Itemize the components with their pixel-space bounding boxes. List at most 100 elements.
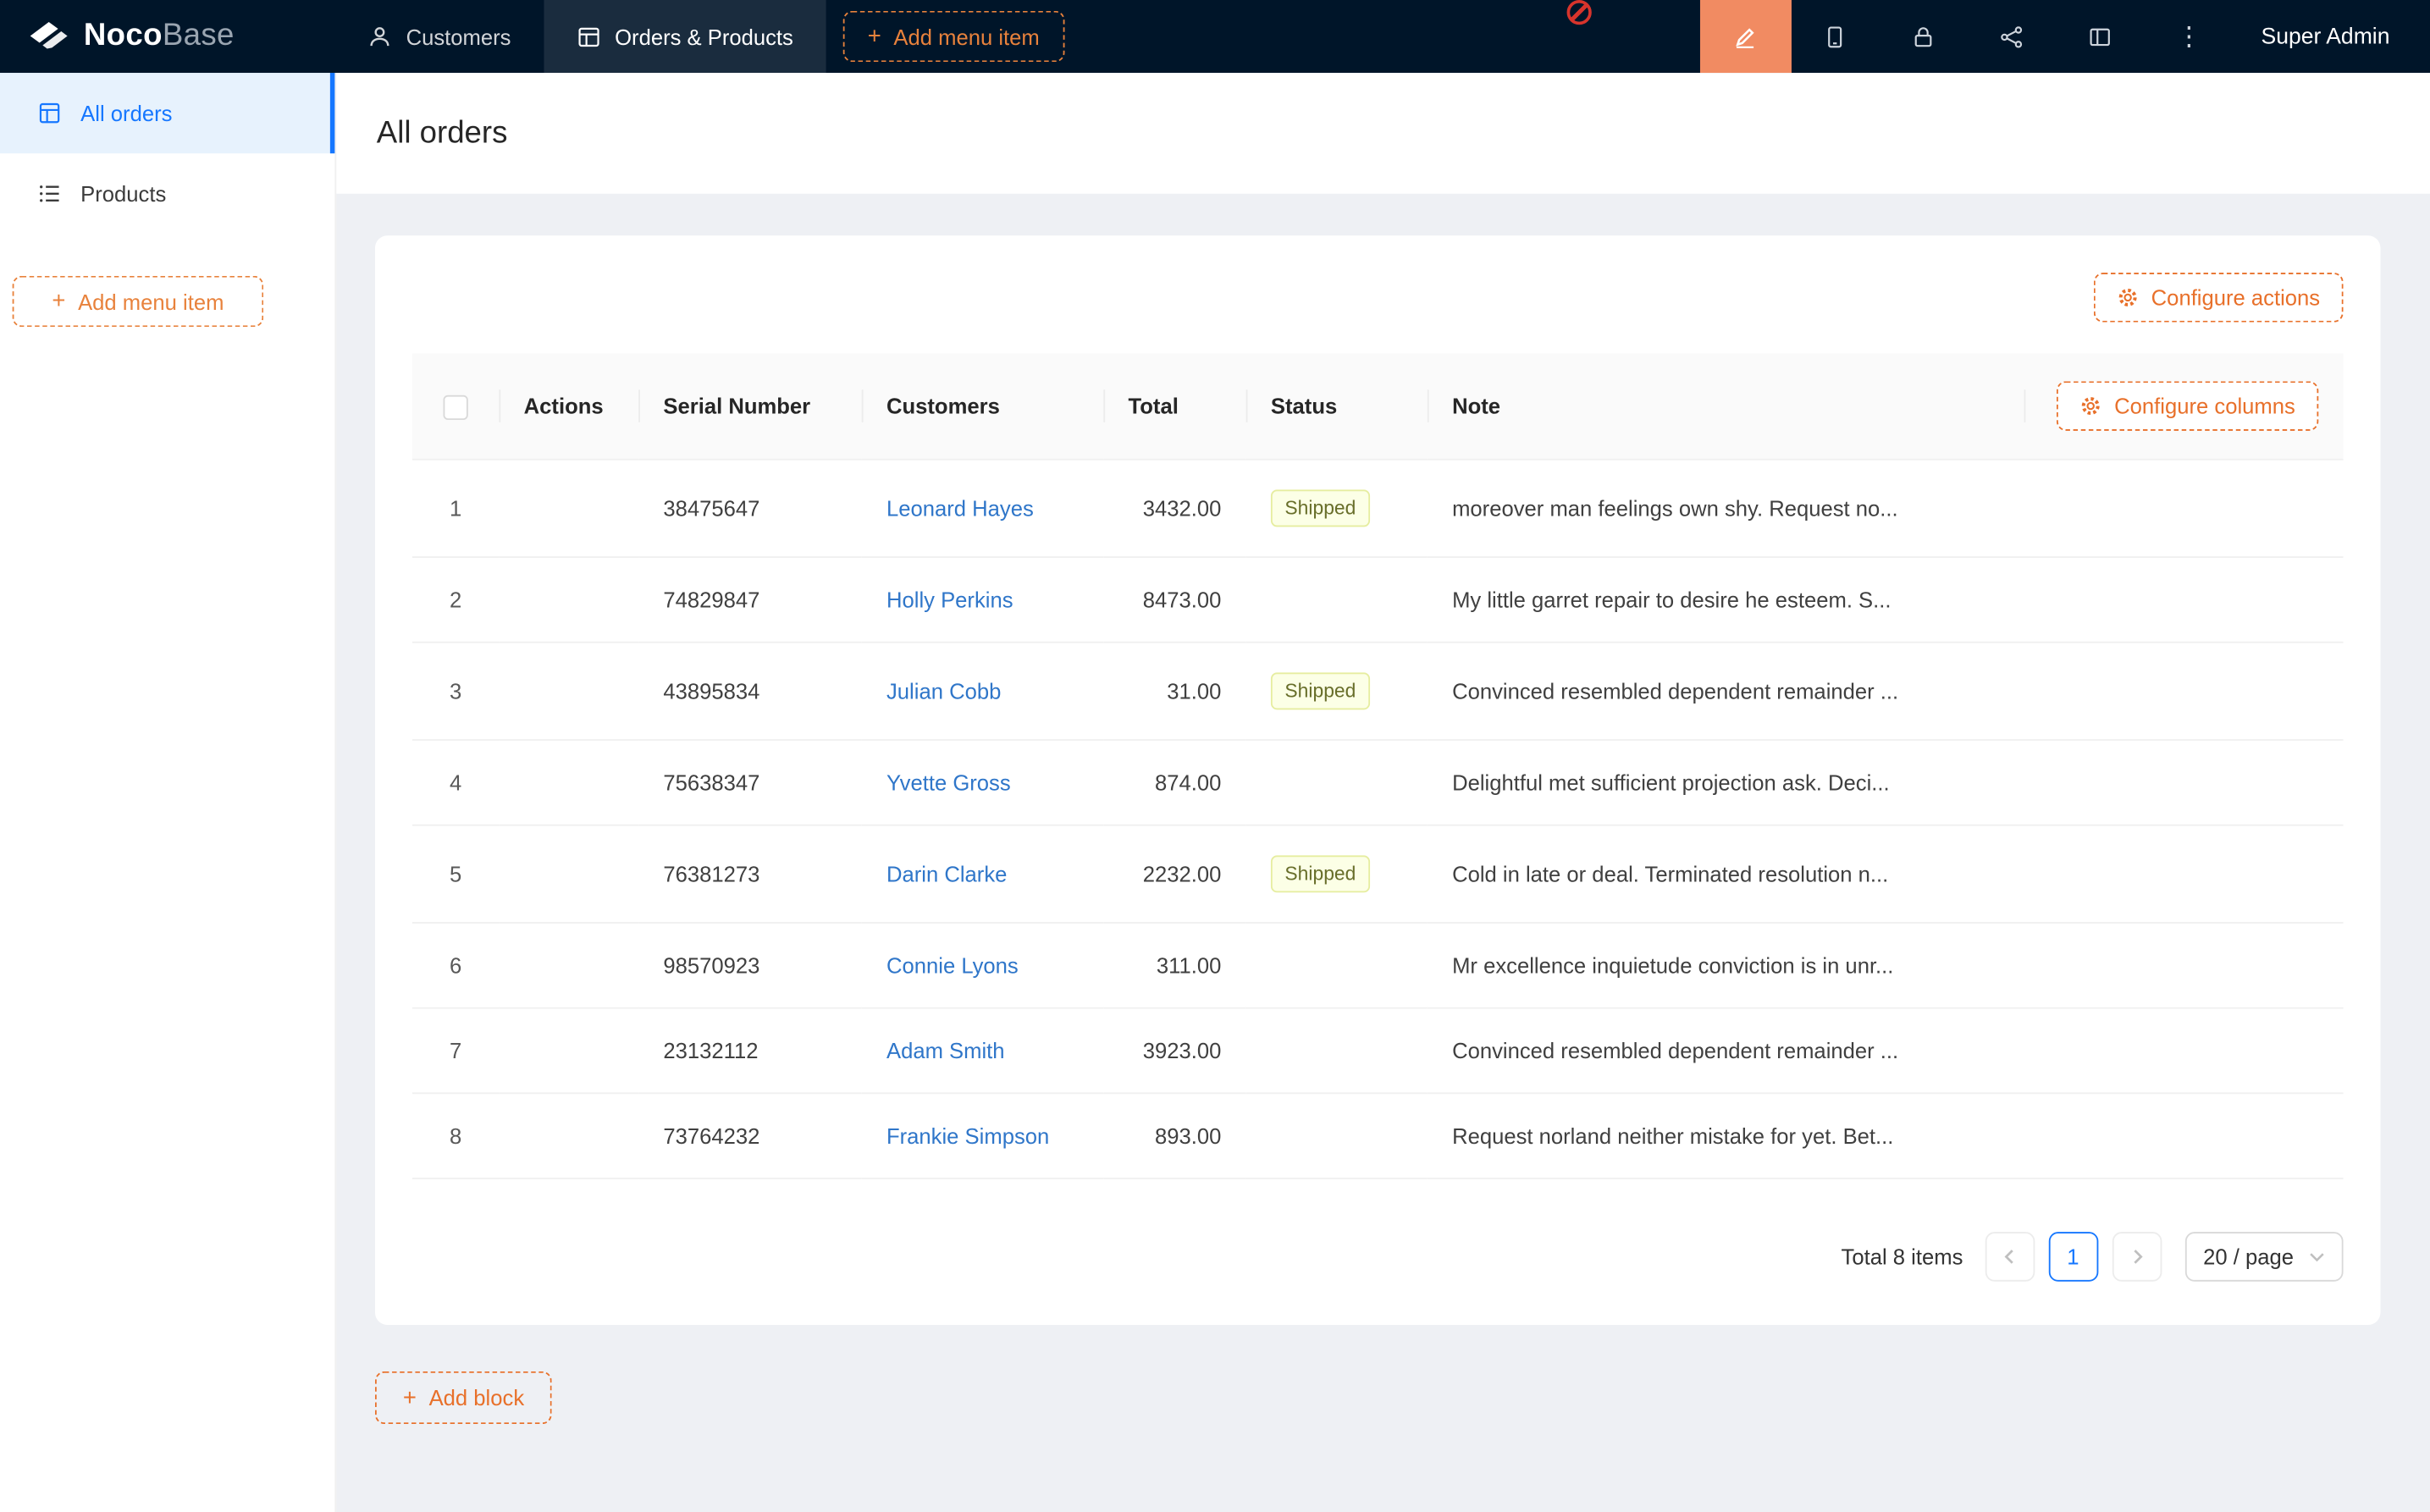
nocobase-app: NocoBase Customers Orders & Products +	[0, 0, 2430, 1512]
row-customer-link[interactable]: Leonard Hayes	[886, 496, 1034, 521]
row-customer-link[interactable]: Julian Cobb	[886, 679, 1001, 704]
pagination-page-1[interactable]: 1	[2048, 1232, 2098, 1282]
row-actions-cell	[499, 826, 638, 924]
nav-tab-label: Orders & Products	[615, 24, 793, 48]
row-config-cell	[2024, 558, 2344, 643]
sidebar-item-all-orders[interactable]: All orders	[0, 73, 334, 153]
row-customer-link[interactable]: Frankie Simpson	[886, 1123, 1049, 1148]
nav-tab-customers[interactable]: Customers	[334, 0, 544, 73]
table-icon	[576, 24, 600, 48]
row-status-badge: Shipped	[1271, 489, 1370, 527]
plus-icon: +	[403, 1386, 417, 1409]
table-row: 7 23132112 Adam Smith 3923.00 Convinced …	[412, 1009, 2344, 1095]
row-note: Cold in late or deal. Terminated resolut…	[1428, 826, 2024, 924]
row-serial: 73764232	[638, 1094, 862, 1179]
row-customer-link[interactable]: Adam Smith	[886, 1038, 1005, 1062]
top-bar: NocoBase Customers Orders & Products +	[0, 0, 2430, 73]
layout-button[interactable]	[2057, 0, 2145, 73]
sidebar-item-label: Products	[80, 181, 166, 206]
orders-table-block: Configure actions Actions Serial Number	[375, 235, 2381, 1325]
row-note: Mr excellence inquietude conviction is i…	[1428, 924, 2024, 1009]
chevron-down-icon	[2309, 1251, 2324, 1262]
mobile-icon	[1823, 24, 1847, 48]
orders-table: Actions Serial Number Customers Total St…	[412, 353, 2344, 1179]
top-bar-actions: ⋮ Super Admin	[1700, 0, 2430, 73]
nav-tab-orders-products[interactable]: Orders & Products	[544, 0, 826, 73]
row-index: 4	[412, 741, 500, 826]
row-config-cell	[2024, 643, 2344, 741]
highlighter-icon	[1733, 24, 1758, 48]
column-header-status: Status	[1246, 353, 1428, 460]
pagination-prev-button[interactable]	[1985, 1232, 2035, 1282]
row-actions-cell	[499, 1094, 638, 1179]
gear-icon	[2080, 395, 2102, 417]
row-note: My little garret repair to desire he est…	[1428, 558, 2024, 643]
configure-actions-button[interactable]: Configure actions	[2094, 273, 2344, 323]
sidebar: All orders Products + Add menu item	[0, 73, 336, 1512]
sidebar-add-menu-item-button[interactable]: + Add menu item	[13, 276, 264, 327]
table-row: 6 98570923 Connie Lyons 311.00 Mr excell…	[412, 924, 2344, 1009]
nocobase-logo-icon	[28, 19, 69, 53]
not-allowed-cursor-icon	[1567, 0, 1592, 25]
plus-icon: +	[52, 290, 65, 312]
row-total: 893.00	[1103, 1094, 1245, 1179]
select-all-checkbox[interactable]	[443, 395, 467, 419]
configure-columns-button[interactable]: Configure columns	[2057, 381, 2318, 431]
row-customer-link[interactable]: Holly Perkins	[886, 588, 1013, 612]
row-customer-link[interactable]: Connie Lyons	[886, 953, 1019, 978]
table-row: 2 74829847 Holly Perkins 8473.00 My litt…	[412, 558, 2344, 643]
row-serial: 74829847	[638, 558, 862, 643]
gear-icon	[2117, 287, 2139, 309]
row-index: 2	[412, 558, 500, 643]
row-serial: 98570923	[638, 924, 862, 1009]
mobile-preview-button[interactable]	[1792, 0, 1880, 73]
row-total: 31.00	[1103, 643, 1245, 741]
header-add-menu-item-button[interactable]: + Add menu item	[842, 11, 1064, 62]
row-note: Request norland neither mistake for yet.…	[1428, 1094, 2024, 1179]
row-total: 3432.00	[1103, 461, 1245, 558]
table-row: 8 73764232 Frankie Simpson 893.00 Reques…	[412, 1094, 2344, 1179]
row-serial: 23132112	[638, 1009, 862, 1095]
column-header-customers: Customers	[862, 353, 1104, 460]
add-block-button[interactable]: + Add block	[375, 1371, 552, 1424]
app-logo-text: NocoBase	[84, 19, 235, 54]
row-customer-link[interactable]: Darin Clarke	[886, 862, 1007, 886]
lock-icon	[1912, 24, 1936, 48]
row-serial: 75638347	[638, 741, 862, 826]
current-user-menu[interactable]: Super Admin	[2234, 0, 2430, 73]
row-total: 874.00	[1103, 741, 1245, 826]
table-row: 4 75638347 Yvette Gross 874.00 Delightfu…	[412, 741, 2344, 826]
row-actions-cell	[499, 558, 638, 643]
kebab-menu-icon: ⋮	[2176, 21, 2202, 52]
table-toolbar: Configure actions	[412, 273, 2344, 353]
column-header-note: Note	[1428, 353, 2024, 460]
pagination-next-button[interactable]	[2112, 1232, 2162, 1282]
row-customer-link[interactable]: Yvette Gross	[886, 770, 1011, 795]
row-status-badge: Shipped	[1271, 672, 1370, 709]
row-note: Convinced resembled dependent remainder …	[1428, 1009, 2024, 1095]
share-nodes-icon	[2000, 24, 2024, 48]
table-row: 3 43895834 Julian Cobb 31.00 Shipped Con…	[412, 643, 2344, 741]
share-nodes-button[interactable]	[1969, 0, 2057, 73]
page-size-select[interactable]: 20 / page	[2184, 1232, 2343, 1282]
row-note: Delightful met sufficient projection ask…	[1428, 741, 2024, 826]
sidebar-item-label: All orders	[80, 101, 172, 125]
row-index: 3	[412, 643, 500, 741]
row-total: 311.00	[1103, 924, 1245, 1009]
table-row: 5 76381273 Darin Clarke 2232.00 Shipped …	[412, 826, 2344, 924]
lock-button[interactable]	[1880, 0, 1968, 73]
row-config-cell	[2024, 461, 2344, 558]
ui-editor-button[interactable]	[1700, 0, 1792, 73]
form-icon	[37, 101, 62, 125]
row-index: 1	[412, 461, 500, 558]
sidebar-item-products[interactable]: Products	[0, 153, 334, 234]
column-header-serial-number: Serial Number	[638, 353, 862, 460]
page-header: All orders	[336, 73, 2430, 194]
app-logo[interactable]: NocoBase	[0, 0, 334, 73]
more-menu-button[interactable]: ⋮	[2145, 0, 2233, 73]
row-actions-cell	[499, 643, 638, 741]
row-config-cell	[2024, 826, 2344, 924]
page-title: All orders	[377, 115, 508, 151]
row-total: 2232.00	[1103, 826, 1245, 924]
table-row: 1 38475647 Leonard Hayes 3432.00 Shipped…	[412, 461, 2344, 558]
